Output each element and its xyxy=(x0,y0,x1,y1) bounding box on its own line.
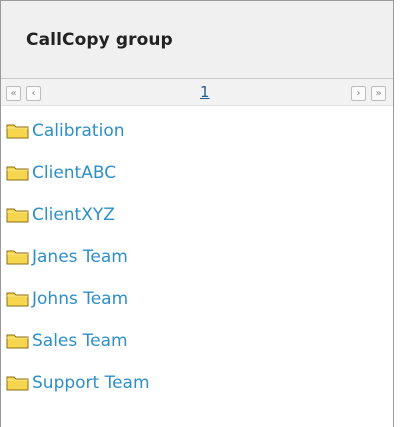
folder-item-support-team[interactable]: Support Team xyxy=(1,362,393,404)
folder-label[interactable]: ClientABC xyxy=(32,163,116,183)
group-panel: CallCopy group « ‹ 1 › » Calibration Cli… xyxy=(0,0,394,427)
folder-item-calibration[interactable]: Calibration xyxy=(1,110,393,152)
folder-label[interactable]: Sales Team xyxy=(32,331,128,351)
folder-icon xyxy=(6,292,29,307)
folder-item-janes-team[interactable]: Janes Team xyxy=(1,236,393,278)
folder-icon xyxy=(6,124,29,139)
folder-item-clientabc[interactable]: ClientABC xyxy=(1,152,393,194)
previous-page-button[interactable]: ‹ xyxy=(26,86,41,101)
folder-icon xyxy=(6,334,29,349)
first-page-button[interactable]: « xyxy=(6,86,21,101)
folder-label[interactable]: Support Team xyxy=(32,373,150,393)
last-page-button[interactable]: » xyxy=(371,86,386,101)
folder-label[interactable]: Janes Team xyxy=(32,247,128,267)
next-page-button[interactable]: › xyxy=(351,86,366,101)
folder-list: Calibration ClientABC ClientXYZ Janes Te… xyxy=(1,106,393,404)
folder-item-clientxyz[interactable]: ClientXYZ xyxy=(1,194,393,236)
panel-title: CallCopy group xyxy=(26,29,173,50)
folder-item-sales-team[interactable]: Sales Team xyxy=(1,320,393,362)
panel-header: CallCopy group xyxy=(1,1,393,79)
folder-item-johns-team[interactable]: Johns Team xyxy=(1,278,393,320)
folder-label[interactable]: Johns Team xyxy=(32,289,128,309)
folder-icon xyxy=(6,376,29,391)
folder-label[interactable]: ClientXYZ xyxy=(32,205,115,225)
page-number-link[interactable]: 1 xyxy=(200,83,210,101)
folder-icon xyxy=(6,250,29,265)
pagination-bar: « ‹ 1 › » xyxy=(1,79,393,106)
folder-icon xyxy=(6,166,29,181)
folder-label[interactable]: Calibration xyxy=(32,121,125,141)
folder-icon xyxy=(6,208,29,223)
